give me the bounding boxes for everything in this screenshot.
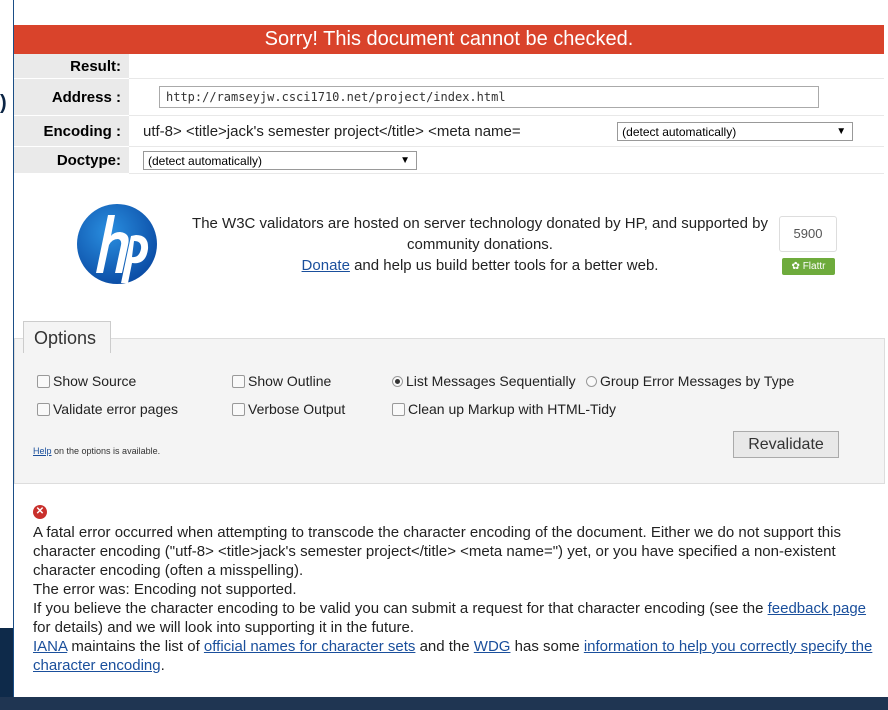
dropdown-arrow-icon: ▼: [400, 154, 410, 166]
error-text: and the: [415, 638, 474, 655]
sponsor-message: The W3C validators are hosted on server …: [192, 215, 768, 253]
help-rest: on the options is available.: [51, 446, 161, 456]
error-message: A fatal error occurred when attempting t…: [33, 523, 878, 675]
flattr-button[interactable]: ✿ Flattr: [782, 258, 835, 275]
background-taskbar-band: [0, 697, 888, 710]
iana-link[interactable]: IANA: [33, 638, 67, 655]
doctype-select-value: (detect automatically): [148, 153, 263, 168]
show-source-option[interactable]: Show Source: [37, 373, 136, 389]
feedback-page-link[interactable]: feedback page: [768, 600, 866, 617]
encoding-value: utf-8> <title>jack's semester project</t…: [143, 122, 521, 140]
result-value: [129, 54, 884, 79]
list-sequential-label: List Messages Sequentially: [406, 373, 576, 389]
address-input[interactable]: [159, 86, 819, 108]
result-label: Result:: [14, 54, 129, 79]
error-paragraph-4: IANA maintains the list of official name…: [33, 637, 878, 675]
validate-error-pages-checkbox[interactable]: [37, 402, 50, 416]
error-text: maintains the list of: [67, 638, 204, 655]
group-by-type-option[interactable]: Group Error Messages by Type: [586, 373, 794, 389]
verbose-output-label: Verbose Output: [248, 401, 346, 417]
flattr-icon: ✿: [791, 261, 800, 272]
error-text: .: [160, 657, 165, 674]
result-table: Result: Address : Encoding : utf-8> <tit…: [14, 54, 884, 174]
donate-link[interactable]: Donate: [302, 257, 350, 274]
error-paragraph-1: A fatal error occurred when attempting t…: [33, 524, 841, 579]
clean-up-label: Clean up Markup with HTML-Tidy: [408, 401, 616, 417]
hp-logo-icon: [77, 204, 157, 284]
doctype-select[interactable]: (detect automatically) ▼: [143, 150, 417, 170]
verbose-output-option[interactable]: Verbose Output: [232, 401, 345, 417]
list-sequential-option[interactable]: List Messages Sequentially: [392, 373, 576, 389]
show-source-checkbox[interactable]: [37, 374, 50, 388]
error-text: for details) and we will look into suppo…: [33, 619, 415, 636]
error-text: has some: [510, 638, 584, 655]
revalidate-button[interactable]: Revalidate: [733, 431, 839, 458]
flattr-label: Flattr: [802, 261, 826, 272]
clean-up-option[interactable]: Clean up Markup with HTML-Tidy: [392, 401, 616, 417]
dropdown-arrow-icon: ▼: [836, 125, 847, 137]
background-fragment: ): [0, 92, 7, 114]
background-window-edge-dark: [0, 628, 13, 698]
validate-error-pages-option[interactable]: Validate error pages: [37, 401, 178, 417]
show-outline-checkbox[interactable]: [232, 374, 245, 388]
validate-error-pages-label: Validate error pages: [53, 401, 179, 417]
donate-rest: and help us build better tools for a bet…: [349, 257, 659, 274]
group-by-type-radio[interactable]: [586, 375, 597, 387]
error-icon: ✕: [33, 505, 47, 519]
official-names-link[interactable]: official names for character sets: [204, 638, 415, 655]
show-source-label: Show Source: [53, 373, 137, 389]
encoding-select[interactable]: (detect automatically) ▼: [617, 121, 854, 141]
show-outline-option[interactable]: Show Outline: [232, 373, 331, 389]
address-label: Address :: [14, 78, 129, 116]
error-paragraph-3: If you believe the character encoding to…: [33, 599, 878, 637]
error-banner: Sorry! This document cannot be checked.: [14, 25, 884, 54]
help-link[interactable]: Help: [33, 446, 52, 456]
error-paragraph-2: The error was: Encoding not supported.: [33, 581, 297, 598]
clean-up-checkbox[interactable]: [392, 402, 405, 416]
show-outline-label: Show Outline: [248, 373, 332, 389]
error-text: If you believe the character encoding to…: [33, 600, 768, 617]
encoding-select-value: (detect automatically): [622, 124, 737, 139]
verbose-output-checkbox[interactable]: [232, 402, 245, 416]
background-window-edge: ): [0, 0, 14, 710]
options-legend: Options: [23, 321, 111, 353]
doctype-label: Doctype:: [14, 146, 129, 174]
flattr-count: 5900: [779, 216, 837, 252]
list-sequential-radio[interactable]: [392, 375, 403, 387]
help-line: Help on the options is available.: [33, 446, 160, 456]
sponsor-text: The W3C validators are hosted on server …: [180, 213, 780, 276]
group-by-type-label: Group Error Messages by Type: [600, 373, 795, 389]
wdg-link[interactable]: WDG: [474, 638, 511, 655]
encoding-label: Encoding :: [14, 115, 129, 147]
